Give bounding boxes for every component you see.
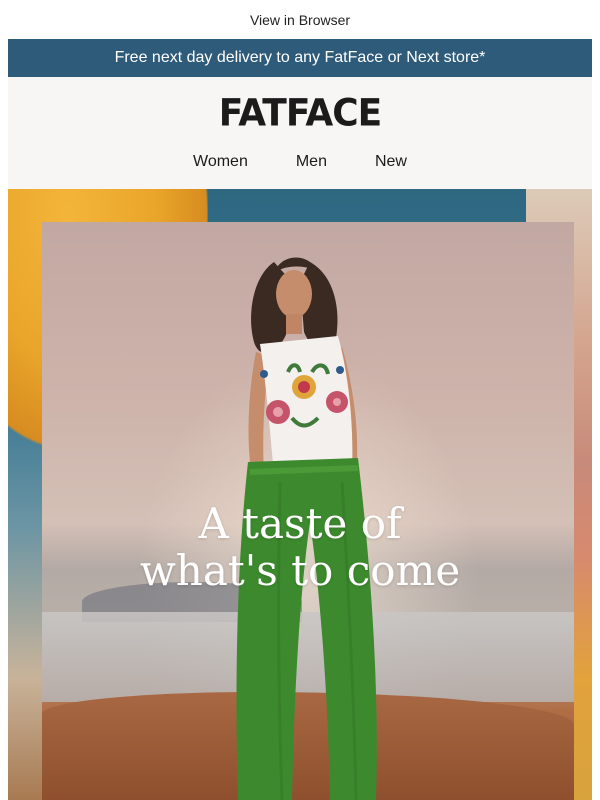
hero-headline-line2: what's to come	[139, 546, 461, 595]
email-header: FATFACE Women Men New	[8, 77, 592, 189]
free-delivery-text: Free next day delivery to any FatFace or…	[114, 49, 486, 66]
nav-new[interactable]: New	[351, 153, 431, 171]
hero-banner[interactable]: A taste of what's to come	[8, 189, 592, 800]
nav-men[interactable]: Men	[272, 153, 351, 171]
hero-headline: A taste of what's to come	[8, 500, 592, 594]
free-delivery-banner[interactable]: Free next day delivery to any FatFace or…	[8, 39, 592, 77]
hero-headline-line1: A taste of	[198, 499, 402, 548]
nav-women[interactable]: Women	[169, 153, 272, 171]
main-nav: Women Men New	[8, 153, 592, 171]
fatface-logo[interactable]: FATFACE	[8, 92, 592, 135]
view-in-browser-link[interactable]: View in Browser	[0, 0, 600, 39]
